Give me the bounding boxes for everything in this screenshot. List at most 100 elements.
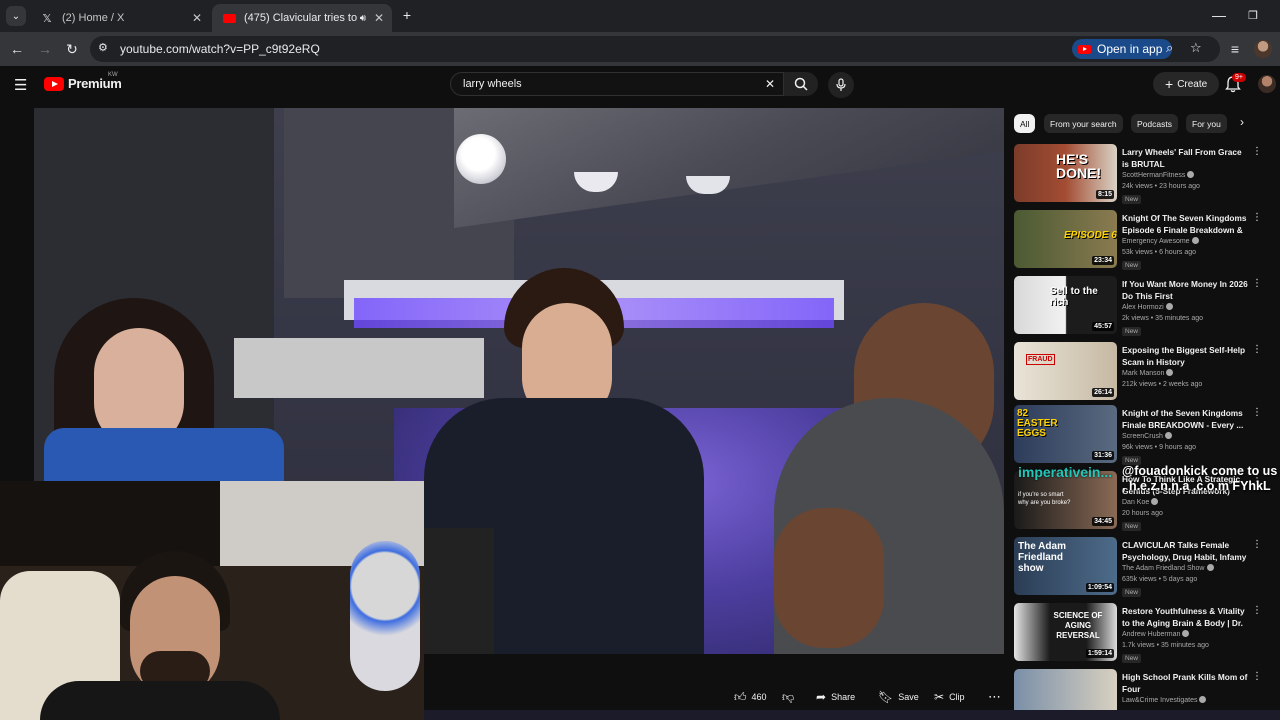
- verified-icon: [1165, 303, 1173, 310]
- chip-for-you[interactable]: For you: [1186, 114, 1227, 133]
- recommendation-item[interactable]: SCIENCE OF AGING REVERSAL 1:59:14 Restor…: [1014, 603, 1280, 665]
- stream-chat-message: @fouadonkick come to us , h.e.z.n.n.a .c…: [1122, 464, 1278, 493]
- like-button[interactable]: 👍︎ 460: [728, 686, 773, 708]
- media-control-icon[interactable]: ≡: [1226, 40, 1244, 58]
- channel-name[interactable]: ScreenCrush: [1122, 432, 1172, 440]
- duration-badge: 31:36: [1092, 451, 1114, 460]
- create-label: Create: [1177, 78, 1208, 90]
- create-button[interactable]: + Create: [1153, 72, 1220, 96]
- account-avatar[interactable]: [1258, 75, 1276, 93]
- channel-name[interactable]: Law&Crime Investigates: [1122, 696, 1207, 704]
- channel-name[interactable]: Andrew Huberman: [1122, 630, 1190, 638]
- minimize-button[interactable]: —: [1210, 6, 1228, 24]
- browser-tab-bar: ⌄ 𝕏 (2) Home / X ✕ (475) Clavicular trie…: [0, 0, 1280, 32]
- chevron-right-icon[interactable]: ›: [1240, 115, 1244, 129]
- maximize-button[interactable]: ❐: [1244, 6, 1262, 24]
- video-title[interactable]: Exposing the Biggest Self-Help Scam in H…: [1122, 344, 1248, 368]
- back-arrow-icon[interactable]: ←: [8, 40, 26, 58]
- channel-name[interactable]: Dan Koe: [1122, 498, 1159, 506]
- search-input[interactable]: larry wheels ✕: [450, 72, 784, 96]
- tab-x-home[interactable]: 𝕏 (2) Home / X ✕: [30, 4, 210, 32]
- save-button[interactable]: 🔖︎ Save: [872, 686, 925, 708]
- thumbnail-text: FRAUD: [1026, 354, 1055, 365]
- more-vert-icon[interactable]: ⋮: [1252, 344, 1262, 355]
- recommendation-item[interactable]: EPISODE 6 23:34 Knight Of The Seven King…: [1014, 210, 1280, 272]
- video-thumbnail[interactable]: SCIENCE OF AGING REVERSAL 1:59:14: [1014, 603, 1117, 661]
- share-label: Share: [831, 692, 856, 702]
- channel-name[interactable]: Emergency Awesome: [1122, 237, 1199, 245]
- clear-search-icon[interactable]: ✕: [765, 77, 775, 91]
- more-vert-icon[interactable]: ⋮: [1252, 212, 1262, 223]
- chip-all[interactable]: All: [1014, 114, 1036, 133]
- voice-search-button[interactable]: [828, 72, 854, 98]
- more-vert-icon[interactable]: ⋮: [1252, 539, 1262, 550]
- reload-icon[interactable]: ↻: [63, 40, 81, 58]
- video-meta: 24k views • 23 hours ago: [1122, 183, 1200, 190]
- video-title[interactable]: If You Want More Money In 2026 Do This F…: [1122, 278, 1248, 302]
- profile-avatar[interactable]: [1254, 40, 1272, 58]
- video-thumbnail[interactable]: Sell to the rich 45:57: [1014, 276, 1117, 334]
- video-title[interactable]: High School Prank Kills Mom of Four: [1122, 671, 1248, 695]
- clip-button[interactable]: ✂ Clip: [928, 686, 971, 708]
- channel-label: Emergency Awesome: [1122, 238, 1190, 245]
- recommendation-item[interactable]: The Adam Friedland show 1:09:54 CLAVICUL…: [1014, 537, 1280, 599]
- share-button[interactable]: ➦ Share: [810, 686, 861, 708]
- recommendation-item[interactable]: FRAUD 26:14 Exposing the Biggest Self-He…: [1014, 342, 1280, 404]
- video-meta: 635k views • 5 days ago: [1122, 576, 1198, 583]
- open-in-app-button[interactable]: Open in app: [1072, 39, 1173, 59]
- more-actions-button[interactable]: ⋯: [982, 686, 1007, 708]
- menu-icon[interactable]: ☰: [14, 76, 27, 94]
- video-title[interactable]: Knight of the Seven Kingdoms Finale BREA…: [1122, 407, 1248, 431]
- video-microphone: [414, 528, 494, 654]
- speaker-icon[interactable]: 🔊︎: [360, 13, 366, 24]
- zoom-icon[interactable]: ⌕: [1166, 40, 1173, 56]
- recommendation-item[interactable]: 82 EASTER EGGS 31:36 Knight of the Seven…: [1014, 405, 1280, 467]
- verified-icon: [1191, 237, 1199, 244]
- site-info-icon[interactable]: ⚙: [98, 41, 108, 54]
- new-tab-button[interactable]: +: [398, 6, 416, 24]
- recommendation-item[interactable]: Sell to the rich 45:57 If You Want More …: [1014, 276, 1280, 338]
- channel-name[interactable]: Mark Manson: [1122, 369, 1174, 377]
- tab-search-button[interactable]: ⌄: [6, 6, 26, 26]
- channel-name[interactable]: Alex Hormozi: [1122, 303, 1173, 311]
- more-vert-icon[interactable]: ⋮: [1252, 278, 1262, 289]
- video-thumbnail[interactable]: FRAUD 26:14: [1014, 342, 1117, 400]
- more-vert-icon[interactable]: ⋮: [1252, 671, 1262, 682]
- channel-name[interactable]: ScottHermanFitness: [1122, 171, 1195, 179]
- thumbnail-text: if you're so smart why are you broke?: [1018, 492, 1071, 506]
- youtube-premium-logo[interactable]: Premium KW: [44, 72, 122, 91]
- recommendation-item[interactable]: HE'S DONE! 8:15 Larry Wheels' Fall From …: [1014, 144, 1280, 206]
- more-vert-icon[interactable]: ⋮: [1252, 407, 1262, 418]
- video-title[interactable]: Knight Of The Seven Kingdoms Episode 6 F…: [1122, 212, 1248, 236]
- video-title[interactable]: Restore Youthfulness & Vitality to the A…: [1122, 605, 1248, 629]
- video-thumbnail[interactable]: [1014, 669, 1117, 715]
- video-thumbnail[interactable]: 82 EASTER EGGS 31:36: [1014, 405, 1117, 463]
- channel-name[interactable]: The Adam Friedland Show: [1122, 564, 1214, 572]
- video-title[interactable]: Larry Wheels' Fall From Grace is BRUTAL: [1122, 146, 1248, 170]
- video-thumbnail[interactable]: EPISODE 6 23:34: [1014, 210, 1117, 268]
- chip-podcasts[interactable]: Podcasts: [1131, 114, 1178, 133]
- video-thumbnail[interactable]: The Adam Friedland show 1:09:54: [1014, 537, 1117, 595]
- search-button[interactable]: [784, 72, 818, 96]
- url-text: youtube.com/watch?v=PP_c9t92eRQ: [120, 42, 320, 56]
- video-thumbnail[interactable]: HE'S DONE! 8:15: [1014, 144, 1117, 202]
- forward-arrow-icon[interactable]: →: [36, 40, 54, 58]
- close-icon[interactable]: ✕: [374, 11, 384, 25]
- dislike-button[interactable]: 👎︎: [776, 686, 800, 708]
- video-meta: 53k views • 6 hours ago: [1122, 249, 1197, 256]
- x-logo-icon: 𝕏: [42, 12, 52, 25]
- new-badge: New: [1122, 522, 1142, 531]
- address-bar[interactable]: ⚙ youtube.com/watch?v=PP_c9t92eRQ Open i…: [90, 36, 1220, 62]
- chip-from-your-search[interactable]: From your search: [1044, 114, 1123, 133]
- more-vert-icon[interactable]: ⋮: [1252, 605, 1262, 616]
- video-title[interactable]: CLAVICULAR Talks Female Psychology, Drug…: [1122, 539, 1248, 563]
- channel-label: ScottHermanFitness: [1122, 172, 1186, 179]
- bookmark-star-icon[interactable]: ☆: [1190, 40, 1202, 56]
- more-vert-icon[interactable]: ⋮: [1252, 146, 1262, 157]
- tab-youtube-video[interactable]: (475) Clavicular tries to RED 🔊︎ ✕: [212, 4, 392, 32]
- channel-label: Mark Manson: [1122, 370, 1165, 377]
- share-arrow-icon: ➦: [816, 690, 827, 704]
- recommendation-item[interactable]: High School Prank Kills Mom of Four Law&…: [1014, 669, 1280, 715]
- verified-icon: [1199, 696, 1207, 703]
- close-icon[interactable]: ✕: [192, 11, 202, 25]
